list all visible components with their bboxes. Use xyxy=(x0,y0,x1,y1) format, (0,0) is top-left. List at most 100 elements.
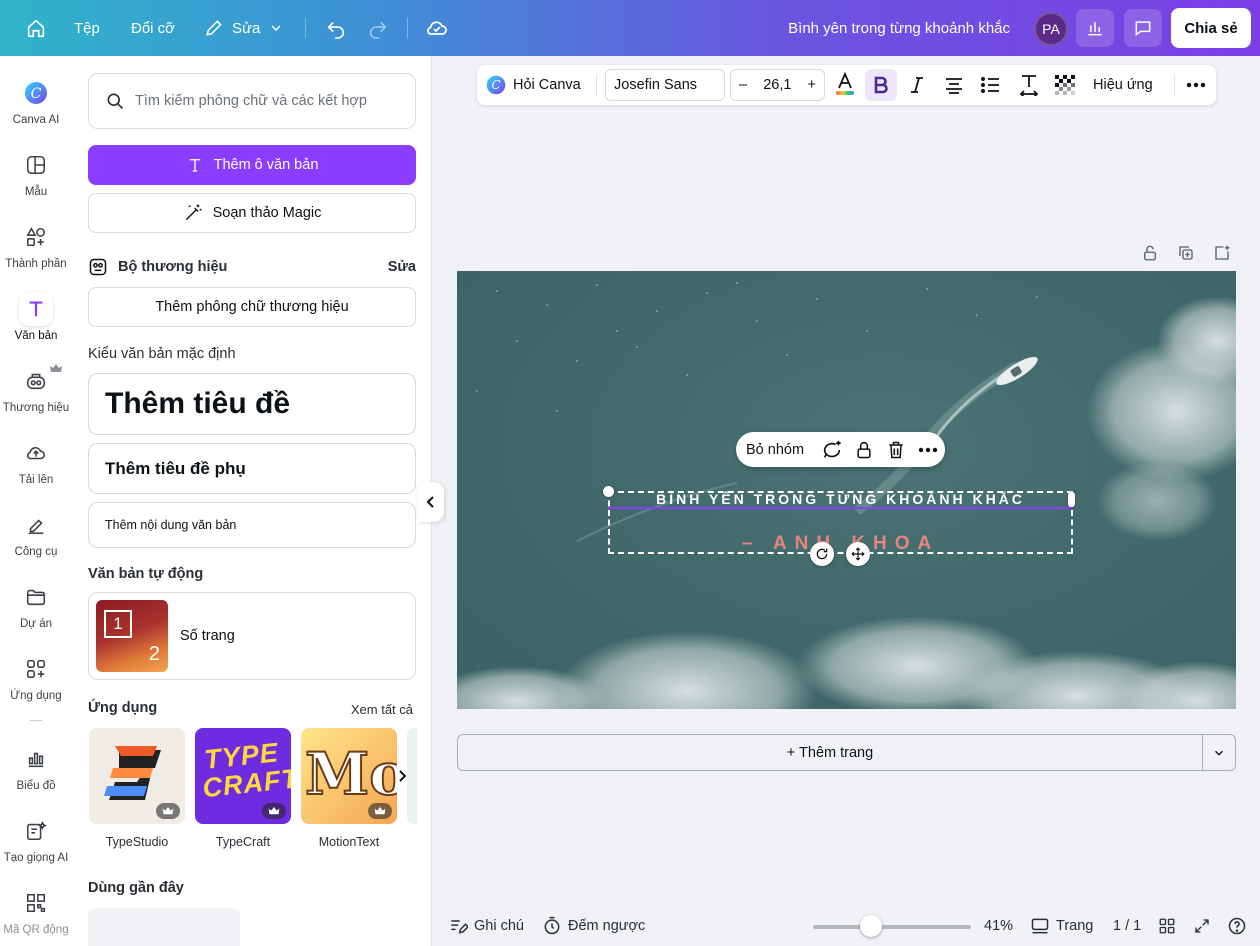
comments-button[interactable] xyxy=(1124,9,1162,47)
insights-button[interactable] xyxy=(1076,9,1114,47)
document-title[interactable]: Bình yên trong từng khoảnh khắc xyxy=(788,0,1010,56)
rail-item-charts[interactable]: Biểu đồ xyxy=(0,742,72,806)
transparency-icon xyxy=(1055,75,1075,95)
typecraft-logo: TYPE CRAFT xyxy=(201,737,291,804)
tools-icon xyxy=(19,508,53,542)
rail-item-apps[interactable]: Ứng dụng xyxy=(0,652,72,716)
zoom-value[interactable]: 41% xyxy=(984,906,1013,946)
rail-item-upload[interactable]: Tải lên xyxy=(0,436,72,500)
font-size-increase[interactable]: + xyxy=(808,77,816,93)
italic-button[interactable] xyxy=(905,65,929,105)
bullet-list-icon xyxy=(981,77,999,93)
magic-write-button[interactable]: Soạn thảo Magic xyxy=(88,193,416,233)
delete-element-button[interactable] xyxy=(884,438,908,462)
notes-button[interactable]: Ghi chú xyxy=(448,906,524,946)
font-search[interactable] xyxy=(88,73,416,129)
font-size-stepper[interactable]: – 26,1 + xyxy=(730,69,825,101)
ungroup-button[interactable]: Bỏ nhóm xyxy=(746,432,804,467)
help-button[interactable] xyxy=(1227,906,1247,946)
default-styles-heading: Kiểu văn bản mặc định xyxy=(88,346,236,362)
avatar[interactable]: PA xyxy=(1034,12,1068,46)
list-button[interactable] xyxy=(977,65,1003,105)
pages-icon xyxy=(1031,918,1049,934)
zoom-slider[interactable] xyxy=(813,925,971,929)
zoom-slider-handle[interactable] xyxy=(860,915,882,937)
more-element-options[interactable] xyxy=(916,438,940,462)
add-body-card[interactable]: Thêm nội dung văn bản xyxy=(88,502,416,548)
add-brand-font-button[interactable]: Thêm phông chữ thương hiệu xyxy=(88,287,416,327)
duplicate-page-button[interactable] xyxy=(1177,243,1195,263)
align-button[interactable] xyxy=(941,65,967,105)
app-typestudio[interactable] xyxy=(89,728,185,824)
rail-item-projects[interactable]: Dự án xyxy=(0,580,72,644)
font-size-value[interactable]: 26,1 xyxy=(763,77,791,93)
auto-text-heading: Văn bản tự động xyxy=(88,566,204,582)
add-page-button[interactable]: + Thêm trang xyxy=(457,734,1203,771)
ask-canva-button[interactable]: C Hỏi Canva xyxy=(485,65,581,105)
design-subtitle-text[interactable]: – ANH KHOA xyxy=(608,533,1073,555)
pages-button[interactable]: Trang xyxy=(1030,906,1093,946)
add-heading-card[interactable]: Thêm tiêu đề xyxy=(88,373,416,435)
rotate-handle[interactable] xyxy=(810,542,834,566)
rail-item-templates[interactable]: Mẫu xyxy=(0,148,72,212)
design-title-text[interactable]: BÌNH YÊN TRONG TỪNG KHOẢNH KHẮC xyxy=(608,490,1073,508)
italic-icon xyxy=(911,77,923,93)
add-subheading-card[interactable]: Thêm tiêu đề phụ xyxy=(88,443,416,494)
divider xyxy=(1174,75,1175,95)
resize-menu[interactable]: Đổi cỡ xyxy=(131,0,175,56)
rail-item-elements[interactable]: Thành phần xyxy=(0,220,72,284)
edit-menu[interactable]: Sửa xyxy=(204,0,284,56)
rail-item-text[interactable]: Văn bản xyxy=(0,292,72,356)
search-input[interactable] xyxy=(135,93,405,109)
pencil-icon xyxy=(206,20,222,36)
recent-item[interactable] xyxy=(88,908,240,946)
add-textbox-button[interactable]: Thêm ô văn bản xyxy=(88,145,416,185)
app-motiontext[interactable]: Mo xyxy=(301,728,397,824)
ask-canva-label: Hỏi Canva xyxy=(513,77,581,93)
bold-button[interactable] xyxy=(865,69,897,101)
rail-item-tools[interactable]: Công cụ xyxy=(0,508,72,572)
undo-button[interactable] xyxy=(324,0,348,56)
effects-button[interactable]: Hiệu ứng xyxy=(1093,65,1153,105)
page-number-card[interactable]: 1 2 Số trang xyxy=(88,592,416,680)
rail-item-brand[interactable]: Thương hiệu xyxy=(0,364,72,428)
text-color-button[interactable] xyxy=(833,65,857,105)
rail-item-canva-ai[interactable]: C Canva AI xyxy=(0,76,72,140)
add-page-icon-button[interactable] xyxy=(1213,243,1231,263)
redo-button[interactable] xyxy=(366,0,390,56)
share-button[interactable]: Chia sẻ xyxy=(1171,8,1251,48)
page-number-label: Số trang xyxy=(180,628,235,644)
pages-label: Trang xyxy=(1056,918,1094,934)
apps-scroll-right[interactable] xyxy=(394,766,410,786)
upload-icon xyxy=(19,436,53,470)
resize-handle-right[interactable] xyxy=(1068,492,1075,507)
home-button[interactable] xyxy=(22,0,50,56)
lock-element-button[interactable] xyxy=(852,438,876,462)
file-menu[interactable]: Tệp xyxy=(74,0,100,56)
transparency-button[interactable] xyxy=(1053,65,1077,105)
move-handle[interactable] xyxy=(846,542,870,566)
timer-button[interactable]: Đếm ngược xyxy=(542,906,645,946)
add-comment-button[interactable] xyxy=(820,438,844,462)
brand-edit-link[interactable]: Sửa xyxy=(388,259,416,275)
resize-handle-left[interactable] xyxy=(603,486,614,497)
text-toolbar: C Hỏi Canva Josefin Sans – 26,1 + Hiệu ứ… xyxy=(477,65,1216,105)
grid-view-button[interactable] xyxy=(1158,906,1176,946)
see-all-link[interactable]: Xem tất cả xyxy=(351,702,413,717)
more-options-button[interactable] xyxy=(1183,65,1209,105)
font-size-decrease[interactable]: – xyxy=(739,77,747,93)
undo-icon xyxy=(327,21,345,39)
fullscreen-icon xyxy=(1195,919,1209,933)
app-typecraft[interactable]: TYPE CRAFT xyxy=(195,728,291,824)
rail-item-ai-voice[interactable]: Tạo giọng AI xyxy=(0,814,72,878)
add-page-dropdown[interactable] xyxy=(1202,734,1236,771)
svg-text:C: C xyxy=(491,78,500,92)
cloud-save-button[interactable] xyxy=(424,0,450,56)
spacing-button[interactable] xyxy=(1016,65,1042,105)
page-lock-button[interactable] xyxy=(1141,243,1159,263)
collapse-panel-button[interactable] xyxy=(418,482,444,522)
font-family-select[interactable]: Josefin Sans xyxy=(605,69,725,101)
magic-write-label: Soạn thảo Magic xyxy=(212,205,322,221)
fullscreen-button[interactable] xyxy=(1193,906,1211,946)
rail-item-qr[interactable]: Mã QR động xyxy=(0,886,72,946)
